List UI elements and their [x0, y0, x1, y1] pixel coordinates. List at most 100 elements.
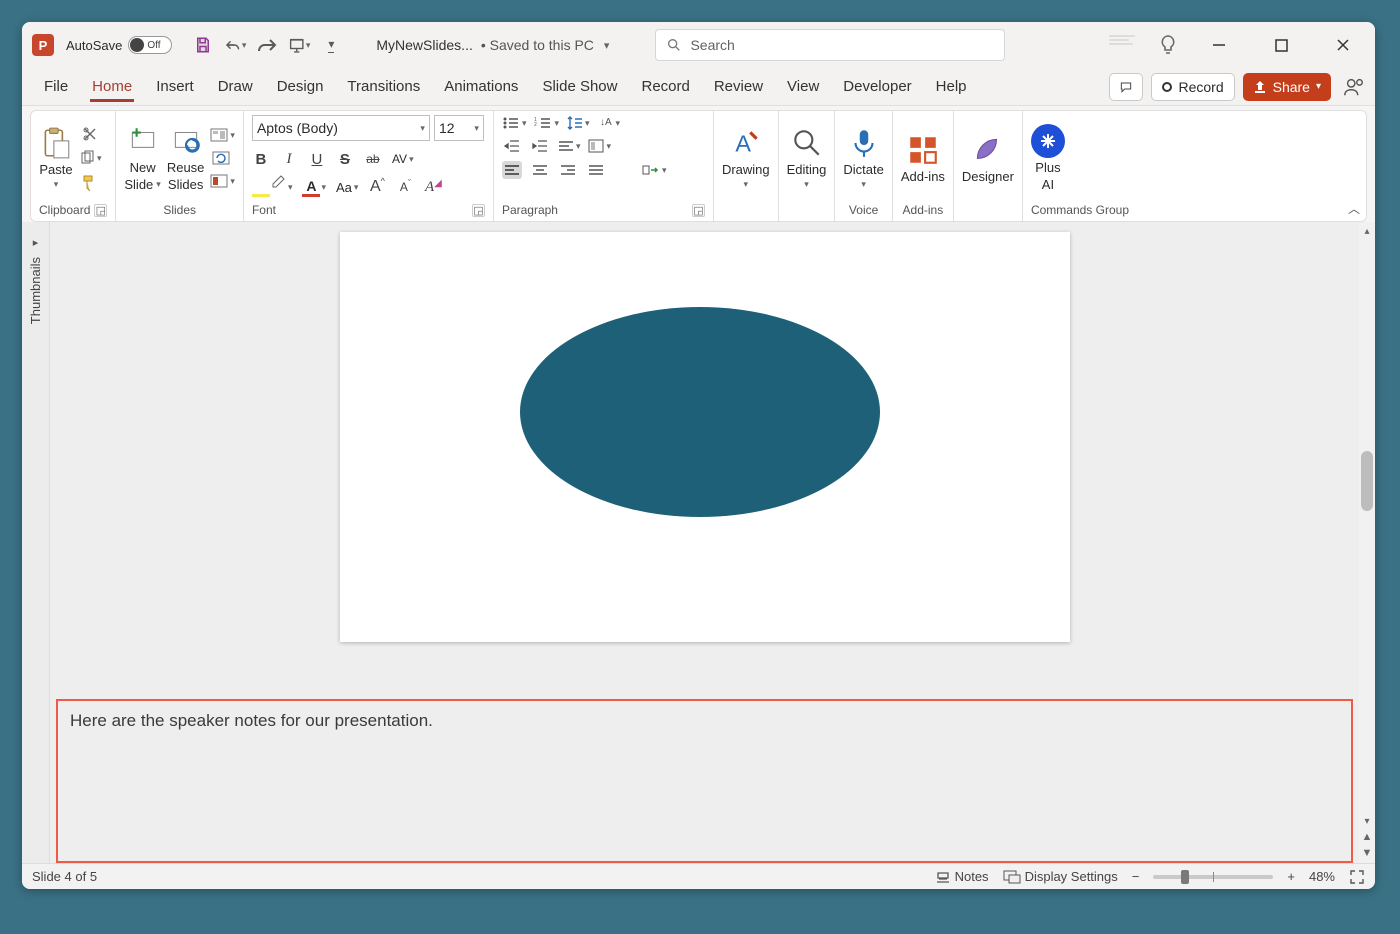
align-right-button[interactable] — [558, 161, 578, 179]
tab-slideshow[interactable]: Slide Show — [530, 72, 629, 101]
slide-canvas-area[interactable] — [50, 222, 1359, 689]
expand-thumbnails-icon[interactable]: ▸ — [33, 236, 39, 249]
addins-button[interactable]: Add-ins — [901, 133, 945, 184]
font-size-select[interactable]: 12▾ — [434, 115, 484, 141]
char-spacing-button[interactable]: AV▾ — [392, 152, 414, 166]
filename-label[interactable]: MyNewSlides... — [376, 37, 472, 53]
comments-button[interactable] — [1109, 73, 1143, 101]
copy-button[interactable]: ▾ — [79, 150, 102, 166]
grow-font-button[interactable]: A^ — [368, 177, 386, 197]
smartart-button[interactable]: ▾ — [642, 163, 667, 177]
clipboard-launcher[interactable]: ◲ — [94, 204, 107, 217]
zoom-slider[interactable] — [1153, 875, 1273, 879]
justify-button[interactable] — [586, 161, 606, 179]
text-direction-button[interactable]: ↓A▾ — [598, 115, 621, 131]
strikethrough-button[interactable]: S — [336, 149, 354, 169]
editing-button[interactable]: Editing ▾ — [787, 126, 827, 190]
tab-insert[interactable]: Insert — [144, 72, 206, 101]
tab-record[interactable]: Record — [629, 72, 701, 101]
tab-draw[interactable]: Draw — [206, 72, 265, 101]
change-case-button[interactable]: Aa▾ — [336, 180, 358, 195]
font-family-select[interactable]: Aptos (Body)▾ — [252, 115, 430, 141]
maximize-icon — [1275, 39, 1288, 52]
filename-chevron-icon[interactable]: ▾ — [604, 39, 610, 52]
new-slide-button[interactable]: New Slide▾ — [124, 124, 160, 192]
scroll-thumb[interactable] — [1361, 451, 1373, 511]
line-spacing-button[interactable]: ▾ — [567, 115, 590, 131]
autosave-toggle[interactable]: Off — [128, 36, 172, 54]
tab-help[interactable]: Help — [924, 72, 979, 101]
format-painter-button[interactable] — [79, 172, 101, 192]
italic-button[interactable]: I — [280, 149, 298, 169]
tab-animations[interactable]: Animations — [432, 72, 530, 101]
paste-button[interactable]: Paste ▾ — [39, 126, 73, 190]
double-strike-button[interactable]: ab — [364, 149, 382, 169]
font-launcher[interactable]: ◲ — [472, 204, 485, 217]
tab-developer[interactable]: Developer — [831, 72, 923, 101]
tab-review[interactable]: Review — [702, 72, 775, 101]
align-text-button[interactable]: ▾ — [558, 139, 581, 153]
underline-button[interactable]: U — [308, 149, 326, 169]
zoom-value[interactable]: 48% — [1309, 869, 1335, 884]
fit-to-window-button[interactable] — [1349, 869, 1365, 885]
tab-view[interactable]: View — [775, 72, 831, 101]
reset-button[interactable] — [210, 148, 232, 168]
account-button[interactable] — [1109, 35, 1139, 55]
coming-soon-button[interactable] — [1157, 34, 1179, 56]
dictate-button[interactable]: Dictate ▾ — [843, 126, 883, 190]
speaker-notes-pane[interactable]: Here are the speaker notes for our prese… — [56, 699, 1353, 863]
redo-button[interactable] — [256, 34, 278, 56]
search-input[interactable]: Search — [655, 29, 1005, 61]
minimize-button[interactable] — [1197, 25, 1241, 65]
collapse-ribbon-button[interactable]: ︿ — [1348, 200, 1360, 217]
tab-home[interactable]: Home — [80, 72, 144, 101]
tab-design[interactable]: Design — [265, 72, 336, 101]
reuse-slides-button[interactable]: Reuse Slides — [167, 124, 205, 192]
increase-indent-button[interactable] — [530, 137, 550, 155]
scroll-track[interactable] — [1361, 241, 1373, 812]
oval-shape[interactable] — [520, 307, 880, 517]
tab-transitions[interactable]: Transitions — [335, 72, 432, 101]
zoom-slider-thumb[interactable] — [1181, 870, 1189, 884]
paragraph-launcher[interactable]: ◲ — [692, 204, 705, 217]
undo-button[interactable]: ▾ — [224, 34, 246, 56]
cut-button[interactable] — [79, 124, 101, 144]
columns-button[interactable]: ▾ — [588, 138, 611, 154]
numbering-button[interactable]: 12▾ — [534, 116, 559, 130]
decrease-indent-button[interactable] — [502, 137, 522, 155]
drawing-button[interactable]: A Drawing ▾ — [722, 126, 770, 190]
bullets-button[interactable]: ▾ — [502, 116, 527, 130]
customize-qat-button[interactable]: ▾ — [320, 34, 342, 56]
prev-slide-icon[interactable]: ▲ — [1362, 831, 1373, 843]
notes-toggle-button[interactable]: Notes — [935, 869, 989, 884]
present-from-start-button[interactable]: ▾ — [288, 34, 310, 56]
maximize-button[interactable] — [1259, 25, 1303, 65]
designer-button[interactable]: Designer — [962, 133, 1014, 184]
align-left-button[interactable] — [502, 161, 522, 179]
scroll-down-icon[interactable]: ▾ — [1364, 816, 1369, 827]
thumbnails-pane[interactable]: ▸ Thumbnails — [22, 222, 50, 863]
display-settings-button[interactable]: Display Settings — [1003, 869, 1118, 884]
clear-formatting-button[interactable]: A◢ — [424, 177, 442, 197]
presence-icon[interactable] — [1343, 76, 1365, 98]
share-button[interactable]: Share ▾ — [1243, 73, 1331, 101]
section-button[interactable]: ▾ — [210, 174, 235, 188]
highlight-color-button[interactable]: A ▾ — [252, 178, 293, 197]
layout-button[interactable]: ▾ — [210, 128, 235, 142]
save-button[interactable] — [192, 34, 214, 56]
shrink-font-button[interactable]: Aˇ — [396, 177, 414, 197]
zoom-in-button[interactable]: + — [1287, 869, 1295, 884]
next-slide-icon[interactable]: ▼ — [1362, 847, 1373, 859]
slide[interactable] — [340, 232, 1070, 642]
vertical-scrollbar[interactable]: ▴ ▾ ▲ ▼ — [1359, 222, 1375, 863]
plus-ai-button[interactable]: Plus AI — [1031, 124, 1065, 192]
speaker-notes-text[interactable]: Here are the speaker notes for our prese… — [70, 711, 433, 730]
zoom-out-button[interactable]: − — [1132, 869, 1140, 884]
font-color-button[interactable]: A ▾ — [302, 178, 326, 197]
record-button[interactable]: Record — [1151, 73, 1234, 101]
bold-button[interactable]: B — [252, 149, 270, 169]
scroll-up-icon[interactable]: ▴ — [1364, 226, 1369, 237]
align-center-button[interactable] — [530, 161, 550, 179]
tab-file[interactable]: File — [32, 72, 80, 101]
close-button[interactable] — [1321, 25, 1365, 65]
